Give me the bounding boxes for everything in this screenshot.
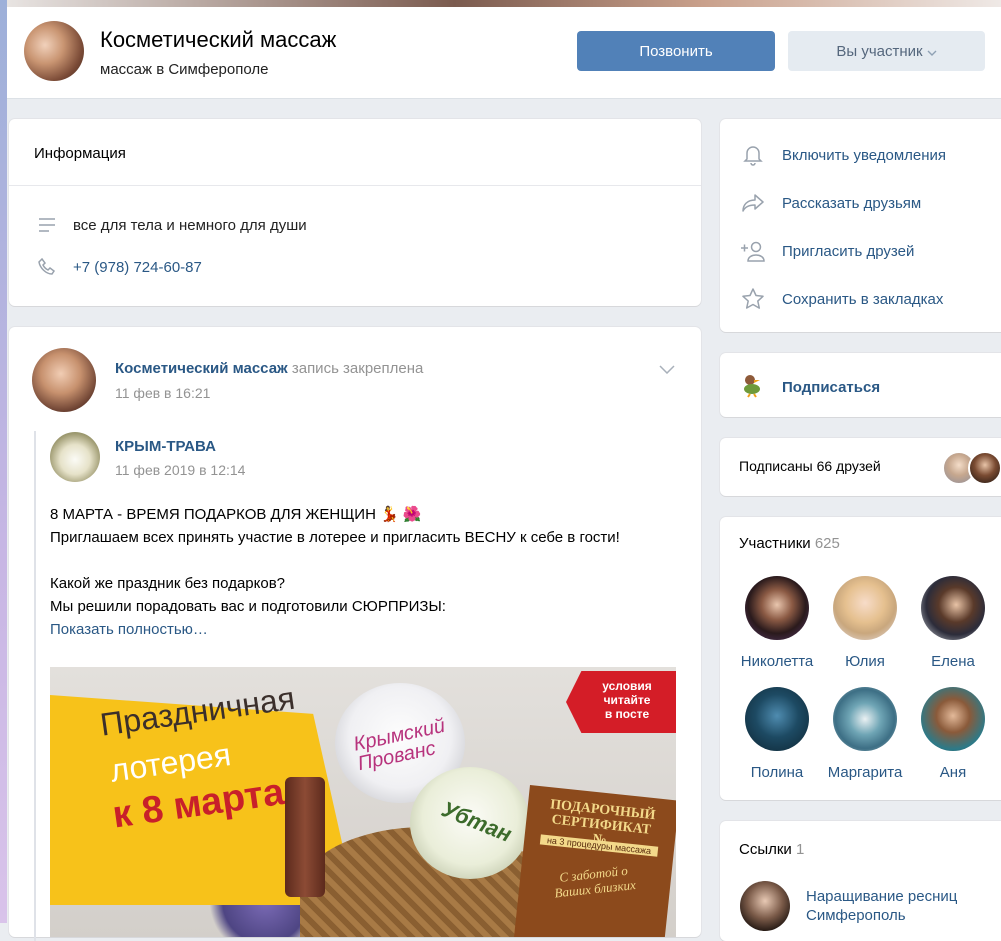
post-line: Приглашаем всех принять участие в лотере… (50, 529, 620, 546)
member-avatar (745, 576, 809, 640)
phone-number[interactable]: +7 (978) 724-60-87 (73, 259, 202, 276)
member-item[interactable]: Елена (908, 576, 998, 670)
links-title: Ссылки (739, 841, 792, 858)
member-name: Аня (939, 764, 967, 781)
member-avatar (745, 687, 809, 751)
jar-graphic: Убтан (410, 767, 530, 879)
gift-certificate-graphic: ПОДАРОЧНЫЙ СЕРТИФИКАТ № на 3 процедуры м… (513, 785, 676, 937)
call-button[interactable]: Позвонить (577, 31, 775, 71)
members-title: Участники (739, 535, 811, 552)
chevron-down-icon (927, 43, 937, 60)
jar-label: Крымский Прованс (351, 714, 448, 776)
invite-friends-action[interactable]: Пригласить друзей (740, 238, 914, 264)
page-edge-decoration (0, 0, 7, 923)
member-name: Маргарита (827, 764, 903, 781)
community-actions: Включить уведомления Рассказать друзьям … (720, 119, 1001, 332)
member-item[interactable]: Юлия (820, 576, 910, 670)
links-count: 1 (795, 841, 805, 858)
post-menu-chevron-icon[interactable] (659, 361, 675, 379)
jar-label: Убтан (438, 796, 516, 847)
link-avatar[interactable] (740, 881, 790, 931)
friends-subscribed-label: Подписаны 66 друзей (739, 458, 881, 474)
post-author-link[interactable]: Косметический массаж (115, 360, 288, 377)
links-header[interactable]: Ссылки 1 (739, 841, 804, 858)
member-name: Юлия (845, 653, 885, 670)
member-status-button[interactable]: Вы участник (788, 31, 985, 71)
member-name: Николетта (740, 653, 814, 670)
pinned-post: Косметический массаж запись закреплена 1… (9, 327, 701, 941)
action-label: Пригласить друзей (782, 242, 915, 260)
member-name: Полина (750, 764, 804, 781)
share-action[interactable]: Рассказать друзьям (740, 190, 921, 216)
cover-image-strip (7, 0, 1001, 7)
phone-icon (37, 257, 57, 277)
info-card: Информация все для тела и немного для ду… (9, 119, 701, 306)
info-phone-row[interactable]: +7 (978) 724-60-87 (37, 257, 202, 277)
text-lines-icon (37, 215, 57, 235)
member-avatar (921, 576, 985, 640)
bookmark-action[interactable]: Сохранить в закладках (740, 286, 943, 312)
repost-author-avatar[interactable] (50, 432, 100, 482)
links-card: Ссылки 1 Наращивание ресниц Симферополь (720, 821, 1001, 941)
enable-notifications-action[interactable]: Включить уведомления (740, 142, 946, 168)
community-header: Косметический массаж массаж в Симферопол… (7, 7, 1001, 99)
post-text: 8 МАРТА - ВРЕМЯ ПОДАРКОВ ДЛЯ ЖЕНЩИН 💃 🌺 … (50, 503, 690, 641)
community-avatar[interactable] (24, 21, 84, 81)
member-avatar (833, 687, 897, 751)
subscribe-action[interactable]: Подписаться (740, 372, 880, 402)
action-label: Рассказать друзьям (782, 194, 922, 212)
info-title: Информация (34, 145, 126, 162)
cert-note: С заботой о Ваших близких (553, 862, 637, 901)
members-card: Участники 625 Николетта Юлия Елена Полин… (720, 517, 1001, 800)
show-more-link[interactable]: Показать полностью… (50, 618, 690, 641)
members-header[interactable]: Участники 625 (739, 535, 840, 552)
link-item[interactable]: Наращивание ресниц Симферополь (806, 887, 957, 925)
share-icon (740, 190, 766, 216)
member-avatar (833, 576, 897, 640)
member-item[interactable]: Аня (908, 687, 998, 781)
community-subtitle: массаж в Симферополе (100, 61, 269, 78)
divider (9, 185, 701, 186)
repost-indicator-line (34, 431, 36, 941)
post-author-line: Косметический массаж запись закреплена (115, 360, 423, 377)
member-status-label: Вы участник (836, 42, 923, 60)
repost-date[interactable]: 11 фев 2019 в 12:14 (115, 462, 245, 478)
community-title: Косметический массаж (100, 27, 337, 52)
post-date[interactable]: 11 фев в 16:21 (115, 385, 210, 401)
bell-icon (740, 142, 766, 168)
link-title: Наращивание ресниц (806, 888, 958, 905)
star-icon (740, 286, 766, 312)
info-description-row: все для тела и немного для души (37, 215, 307, 235)
promo-badge-text: условия читайте в посте (602, 679, 652, 721)
member-avatar (921, 687, 985, 751)
link-subtitle: Симферополь (806, 907, 906, 924)
post-line: Мы решили порадовать вас и подготовили С… (50, 598, 446, 615)
subscribe-label: Подписаться (782, 378, 881, 396)
action-label: Сохранить в закладках (782, 290, 944, 308)
member-name: Елена (931, 653, 975, 670)
post-line: Какой же праздник без подарков? (50, 575, 286, 592)
member-item[interactable]: Маргарита (820, 687, 910, 781)
friends-subscribed-card[interactable]: Подписаны 66 друзей (720, 438, 1001, 496)
post-pinned-label: запись закреплена (291, 360, 424, 377)
member-item[interactable]: Полина (732, 687, 822, 781)
subscribe-card: Подписаться (720, 353, 1001, 417)
info-description: все для тела и немного для души (73, 216, 307, 234)
post-author-avatar[interactable] (32, 348, 96, 412)
friend-avatar[interactable] (968, 451, 1001, 485)
action-label: Включить уведомления (782, 146, 947, 164)
post-line: 8 МАРТА - ВРЕМЯ ПОДАРКОВ ДЛЯ ЖЕНЩИН 💃 🌺 (50, 506, 422, 523)
member-item[interactable]: Николетта (732, 576, 822, 670)
duck-icon (740, 372, 766, 402)
members-count: 625 (814, 535, 840, 552)
bottle-graphic (285, 777, 325, 897)
repost-author-link[interactable]: КРЫМ-ТРАВА (115, 438, 216, 455)
add-user-icon (740, 238, 766, 264)
post-image[interactable]: Праздничная лотерея к 8 марта Крымский П… (50, 667, 676, 937)
